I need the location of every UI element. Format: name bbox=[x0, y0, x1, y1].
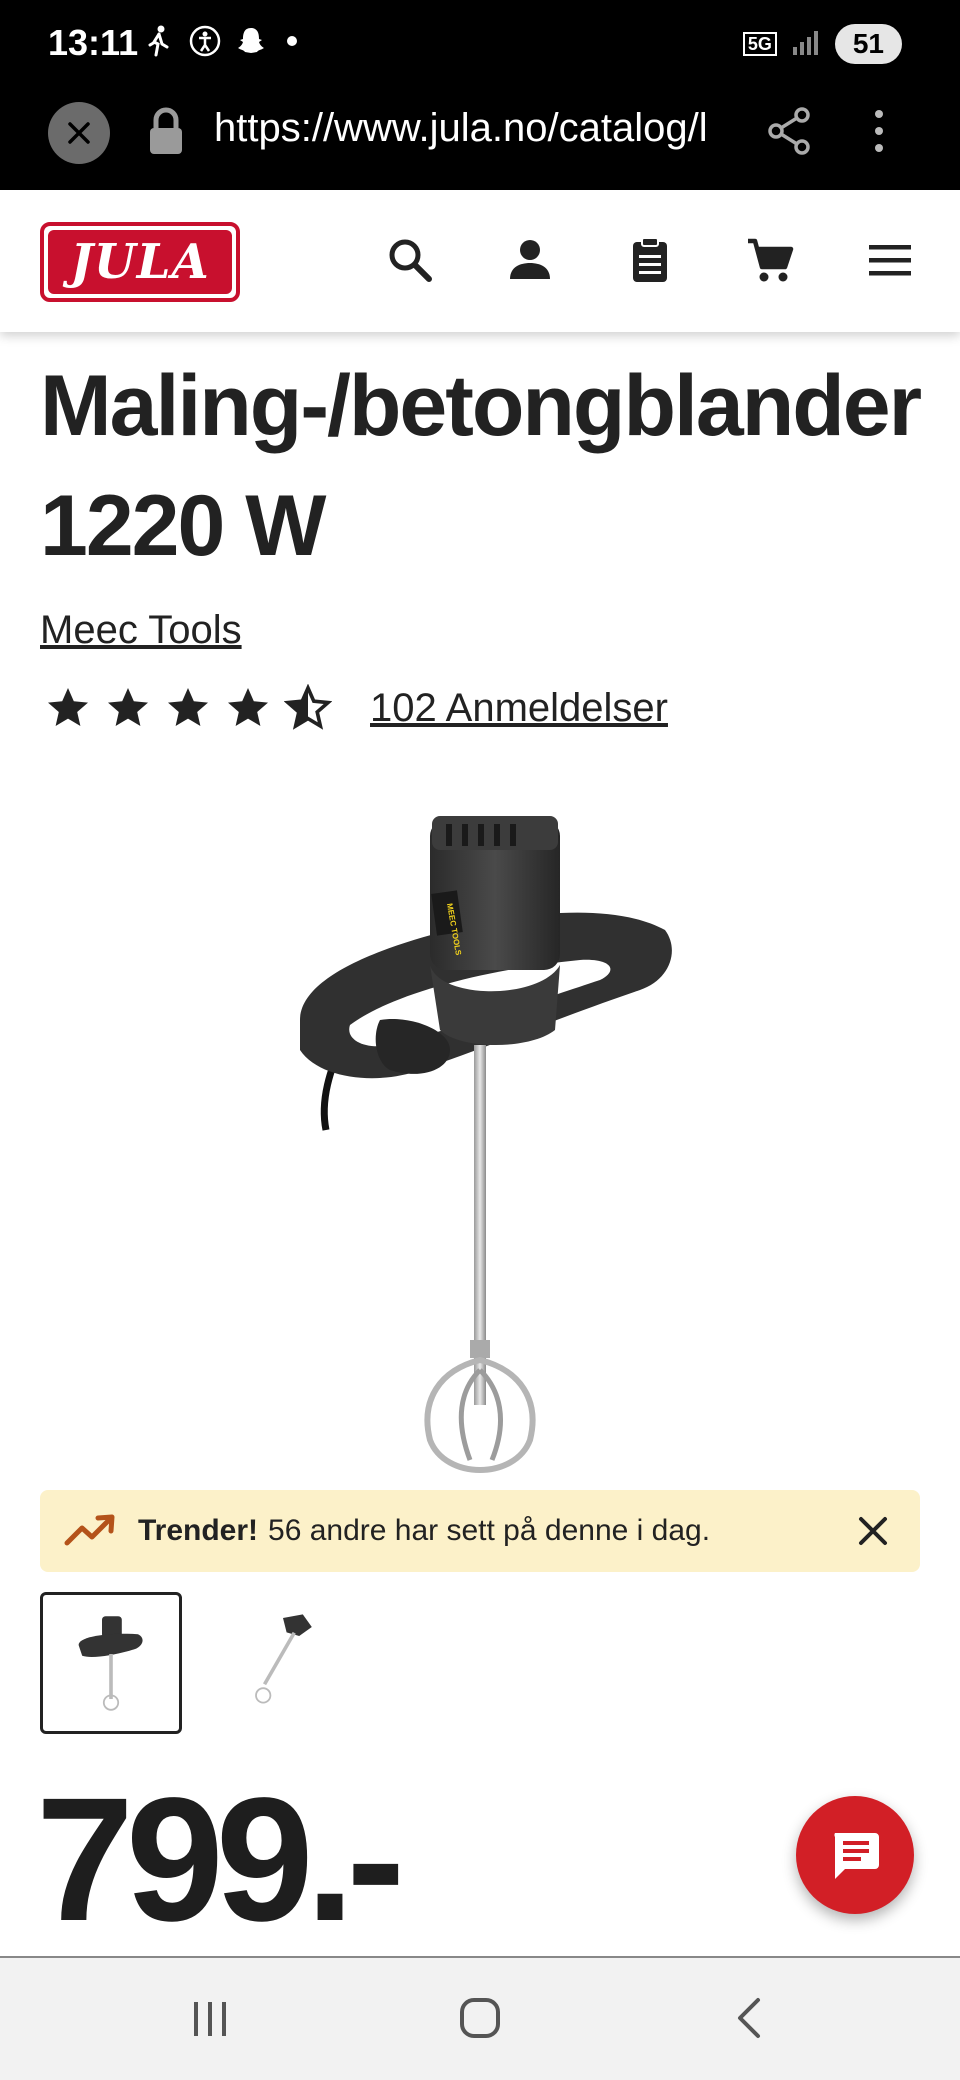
status-time: 13:11 bbox=[48, 22, 139, 63]
recent-apps-icon bbox=[194, 2002, 226, 2036]
star-icon bbox=[108, 688, 148, 726]
snapchat-icon bbox=[234, 24, 268, 58]
back-button[interactable] bbox=[720, 1988, 780, 2048]
accessibility-icon bbox=[188, 24, 222, 58]
lock-icon bbox=[144, 106, 188, 158]
signal-icon bbox=[791, 27, 821, 62]
rating[interactable]: 102 Anmeldelser bbox=[44, 684, 668, 732]
browser-bar: https://www.jula.no/catalog/l bbox=[0, 92, 960, 190]
logo-text: JULA bbox=[48, 230, 232, 294]
product-price: 799.- bbox=[36, 1762, 405, 1958]
close-banner-button[interactable] bbox=[852, 1510, 894, 1552]
site-header: JULA bbox=[0, 190, 960, 332]
status-left-icons bbox=[142, 24, 314, 58]
menu-icon[interactable] bbox=[858, 228, 922, 292]
jula-logo[interactable]: JULA bbox=[40, 222, 240, 302]
chat-icon bbox=[834, 1833, 879, 1879]
home-icon bbox=[460, 1998, 500, 2038]
walking-icon bbox=[142, 24, 176, 58]
product-image[interactable]: MEEC TOOLS bbox=[280, 800, 680, 1500]
mixer-angle-thumbnail-image bbox=[255, 1614, 312, 1704]
trend-banner: Trender! 56 andre har sett på denne i da… bbox=[40, 1490, 920, 1572]
mixer-thumbnail-image bbox=[78, 1616, 143, 1711]
recent-apps-button[interactable] bbox=[180, 1988, 240, 2048]
back-icon bbox=[738, 1998, 760, 2038]
close-icon bbox=[68, 122, 90, 144]
reviews-link[interactable]: 102 Anmeldelser bbox=[370, 686, 668, 731]
thumbnail-2[interactable] bbox=[212, 1592, 354, 1734]
status-bar: 13:11 5G 51 bbox=[0, 0, 960, 92]
search-icon[interactable] bbox=[378, 228, 442, 292]
dot-icon bbox=[280, 24, 314, 58]
share-icon[interactable] bbox=[762, 104, 816, 158]
trend-title: Trender! bbox=[138, 1514, 259, 1547]
star-icon bbox=[228, 688, 268, 726]
star-icon bbox=[48, 688, 88, 726]
close-tab-button[interactable] bbox=[48, 102, 110, 164]
close-icon bbox=[859, 1517, 887, 1545]
navigation-bar bbox=[0, 1958, 960, 2080]
trending-up-icon bbox=[64, 1514, 115, 1546]
home-button[interactable] bbox=[450, 1988, 510, 2048]
brand-link[interactable]: Meec Tools bbox=[40, 608, 242, 653]
half-star-icon bbox=[284, 684, 332, 730]
status-right: 5G 51 bbox=[742, 24, 902, 64]
star-icon bbox=[168, 688, 208, 726]
chat-button[interactable] bbox=[796, 1796, 914, 1914]
thumbnail-1[interactable] bbox=[40, 1592, 182, 1734]
more-options-icon[interactable] bbox=[862, 104, 896, 158]
network-icon: 5G bbox=[742, 32, 777, 56]
trend-text: 56 andre har sett på denne i dag. bbox=[268, 1514, 711, 1547]
shopping-list-icon[interactable] bbox=[618, 228, 682, 292]
url-field[interactable]: https://www.jula.no/catalog/l bbox=[214, 106, 730, 151]
battery-indicator: 51 bbox=[834, 24, 902, 64]
account-icon[interactable] bbox=[498, 228, 562, 292]
cart-icon[interactable] bbox=[738, 228, 802, 292]
product-title: Maling-/betongblander 1220 W bbox=[40, 358, 922, 574]
